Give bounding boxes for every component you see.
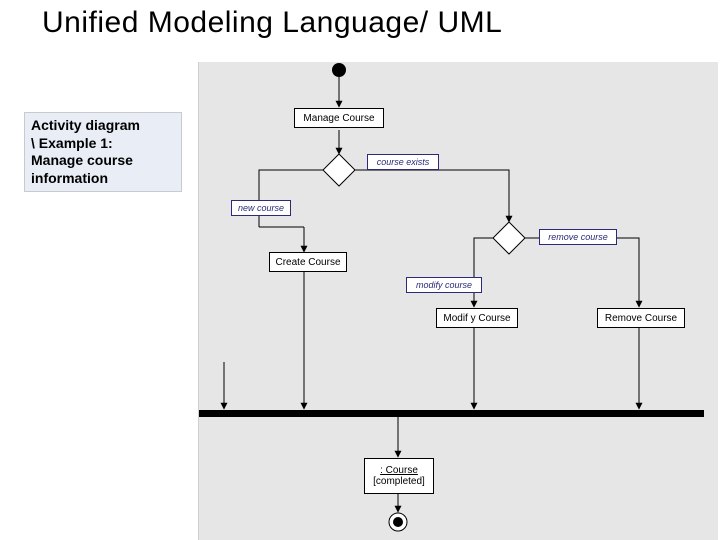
final-node-inner-icon xyxy=(393,517,403,527)
activity-modify-course: Modif y Course xyxy=(436,308,518,328)
decision-icon xyxy=(323,154,355,186)
decision-icon xyxy=(493,222,525,254)
page-title: Unified Modeling Language/ UML xyxy=(42,6,502,40)
object-course: : Course [completed] xyxy=(364,458,434,494)
diagram-svg xyxy=(199,62,719,540)
sidebar-line: Activity diagram xyxy=(31,117,175,135)
sidebar-line: information xyxy=(31,170,175,188)
activity-create-course: Create Course xyxy=(269,252,347,272)
sidebar-caption: Activity diagram \ Example 1: Manage cou… xyxy=(24,112,182,192)
sidebar-line: \ Example 1: xyxy=(31,135,175,153)
object-name: : Course xyxy=(380,465,418,476)
initial-node-icon xyxy=(332,63,346,77)
activity-remove-course: Remove Course xyxy=(597,308,685,328)
guard-course-exists: course exists xyxy=(367,154,439,170)
sync-bar-icon xyxy=(199,410,704,417)
diagram-canvas: Manage Course Create Course Modif y Cour… xyxy=(198,62,718,540)
guard-remove-course: remove course xyxy=(539,229,617,245)
activity-manage-course: Manage Course xyxy=(294,108,384,128)
guard-modify-course: modify course xyxy=(406,277,482,293)
sidebar-line: Manage course xyxy=(31,152,175,170)
object-state: [completed] xyxy=(373,476,425,487)
guard-new-course: new course xyxy=(231,200,291,216)
